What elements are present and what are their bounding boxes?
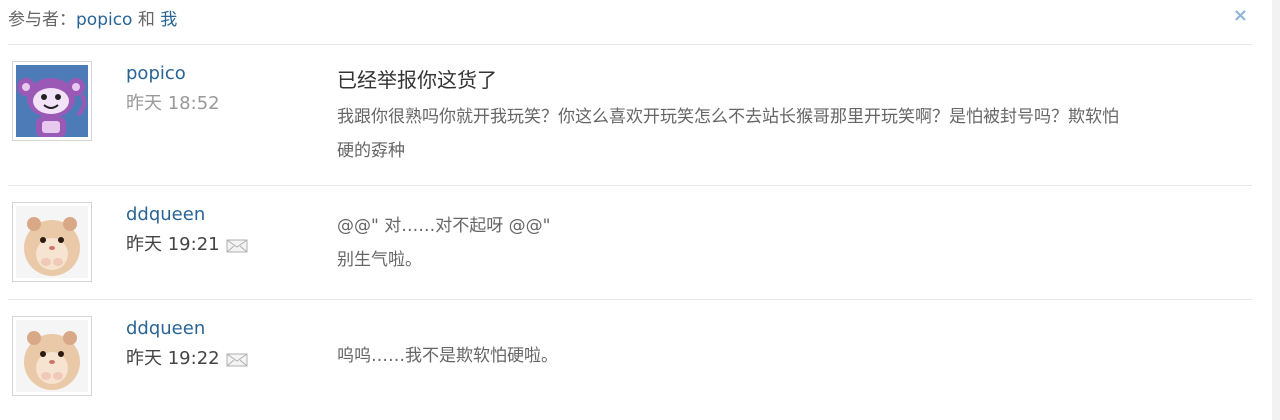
message-body: 我跟你很熟吗你就开我玩笑？你这么喜欢开玩笑怎么不去站长猴哥那里开玩笑啊？是怕被封… bbox=[337, 100, 1237, 168]
message-line: 别生气啦。 bbox=[337, 250, 422, 270]
message-author-link[interactable]: popico bbox=[126, 62, 186, 86]
envelope-icon[interactable] bbox=[226, 237, 248, 253]
message-author-link[interactable]: ddqueen bbox=[126, 203, 205, 227]
participant-link-me[interactable]: 我 bbox=[160, 10, 177, 30]
purple-monkey-avatar-icon bbox=[16, 65, 88, 137]
message-line: @@" 对……对不起呀 @@" bbox=[337, 216, 551, 236]
message-line: 呜呜……我不是欺软怕硬啦。 bbox=[337, 346, 558, 366]
message-time: 昨天 19:21 bbox=[126, 234, 220, 255]
avatar[interactable] bbox=[12, 316, 92, 396]
message-item: ddqueen 昨天 19:22 呜呜……我不是欺软怕硬啦。 bbox=[0, 299, 1256, 420]
message-time-row: 昨天 19:22 bbox=[126, 347, 248, 371]
scrollbar[interactable] bbox=[1272, 0, 1280, 420]
envelope-icon[interactable] bbox=[226, 351, 248, 367]
message-line: 我跟你很熟吗你就开我玩笑？你这么喜欢开玩笑怎么不去站长猴哥那里开玩笑啊？是怕被封… bbox=[337, 107, 1119, 127]
participants-prefix: 参与者： bbox=[8, 10, 76, 30]
message-time: 昨天 19:22 bbox=[126, 348, 220, 369]
participants-header: 参与者：popico 和 我 bbox=[8, 8, 177, 32]
message-subject: 已经举报你这货了 bbox=[337, 68, 497, 92]
close-icon[interactable]: × bbox=[1233, 4, 1248, 28]
message-time-row: 昨天 19:21 bbox=[126, 233, 248, 257]
message-author-link[interactable]: ddqueen bbox=[126, 317, 205, 341]
hamster-avatar-icon bbox=[16, 320, 88, 392]
avatar[interactable] bbox=[12, 61, 92, 141]
participant-link-popico[interactable]: popico bbox=[76, 10, 132, 30]
participants-conjunction: 和 bbox=[137, 10, 155, 30]
message-body: 呜呜……我不是欺软怕硬啦。 bbox=[337, 339, 1237, 373]
message-body: @@" 对……对不起呀 @@" 别生气啦。 bbox=[337, 209, 1237, 277]
message-item: popico 昨天 18:52 已经举报你这货了 我跟你很熟吗你就开我玩笑？你这… bbox=[0, 44, 1256, 185]
hamster-avatar-icon bbox=[16, 206, 88, 278]
message-item: ddqueen 昨天 19:21 @@" 对……对不起呀 @@" 别生气啦。 bbox=[0, 185, 1256, 299]
message-time: 昨天 18:52 bbox=[126, 93, 220, 114]
message-line: 硬的孬种 bbox=[337, 141, 405, 161]
avatar[interactable] bbox=[12, 202, 92, 282]
